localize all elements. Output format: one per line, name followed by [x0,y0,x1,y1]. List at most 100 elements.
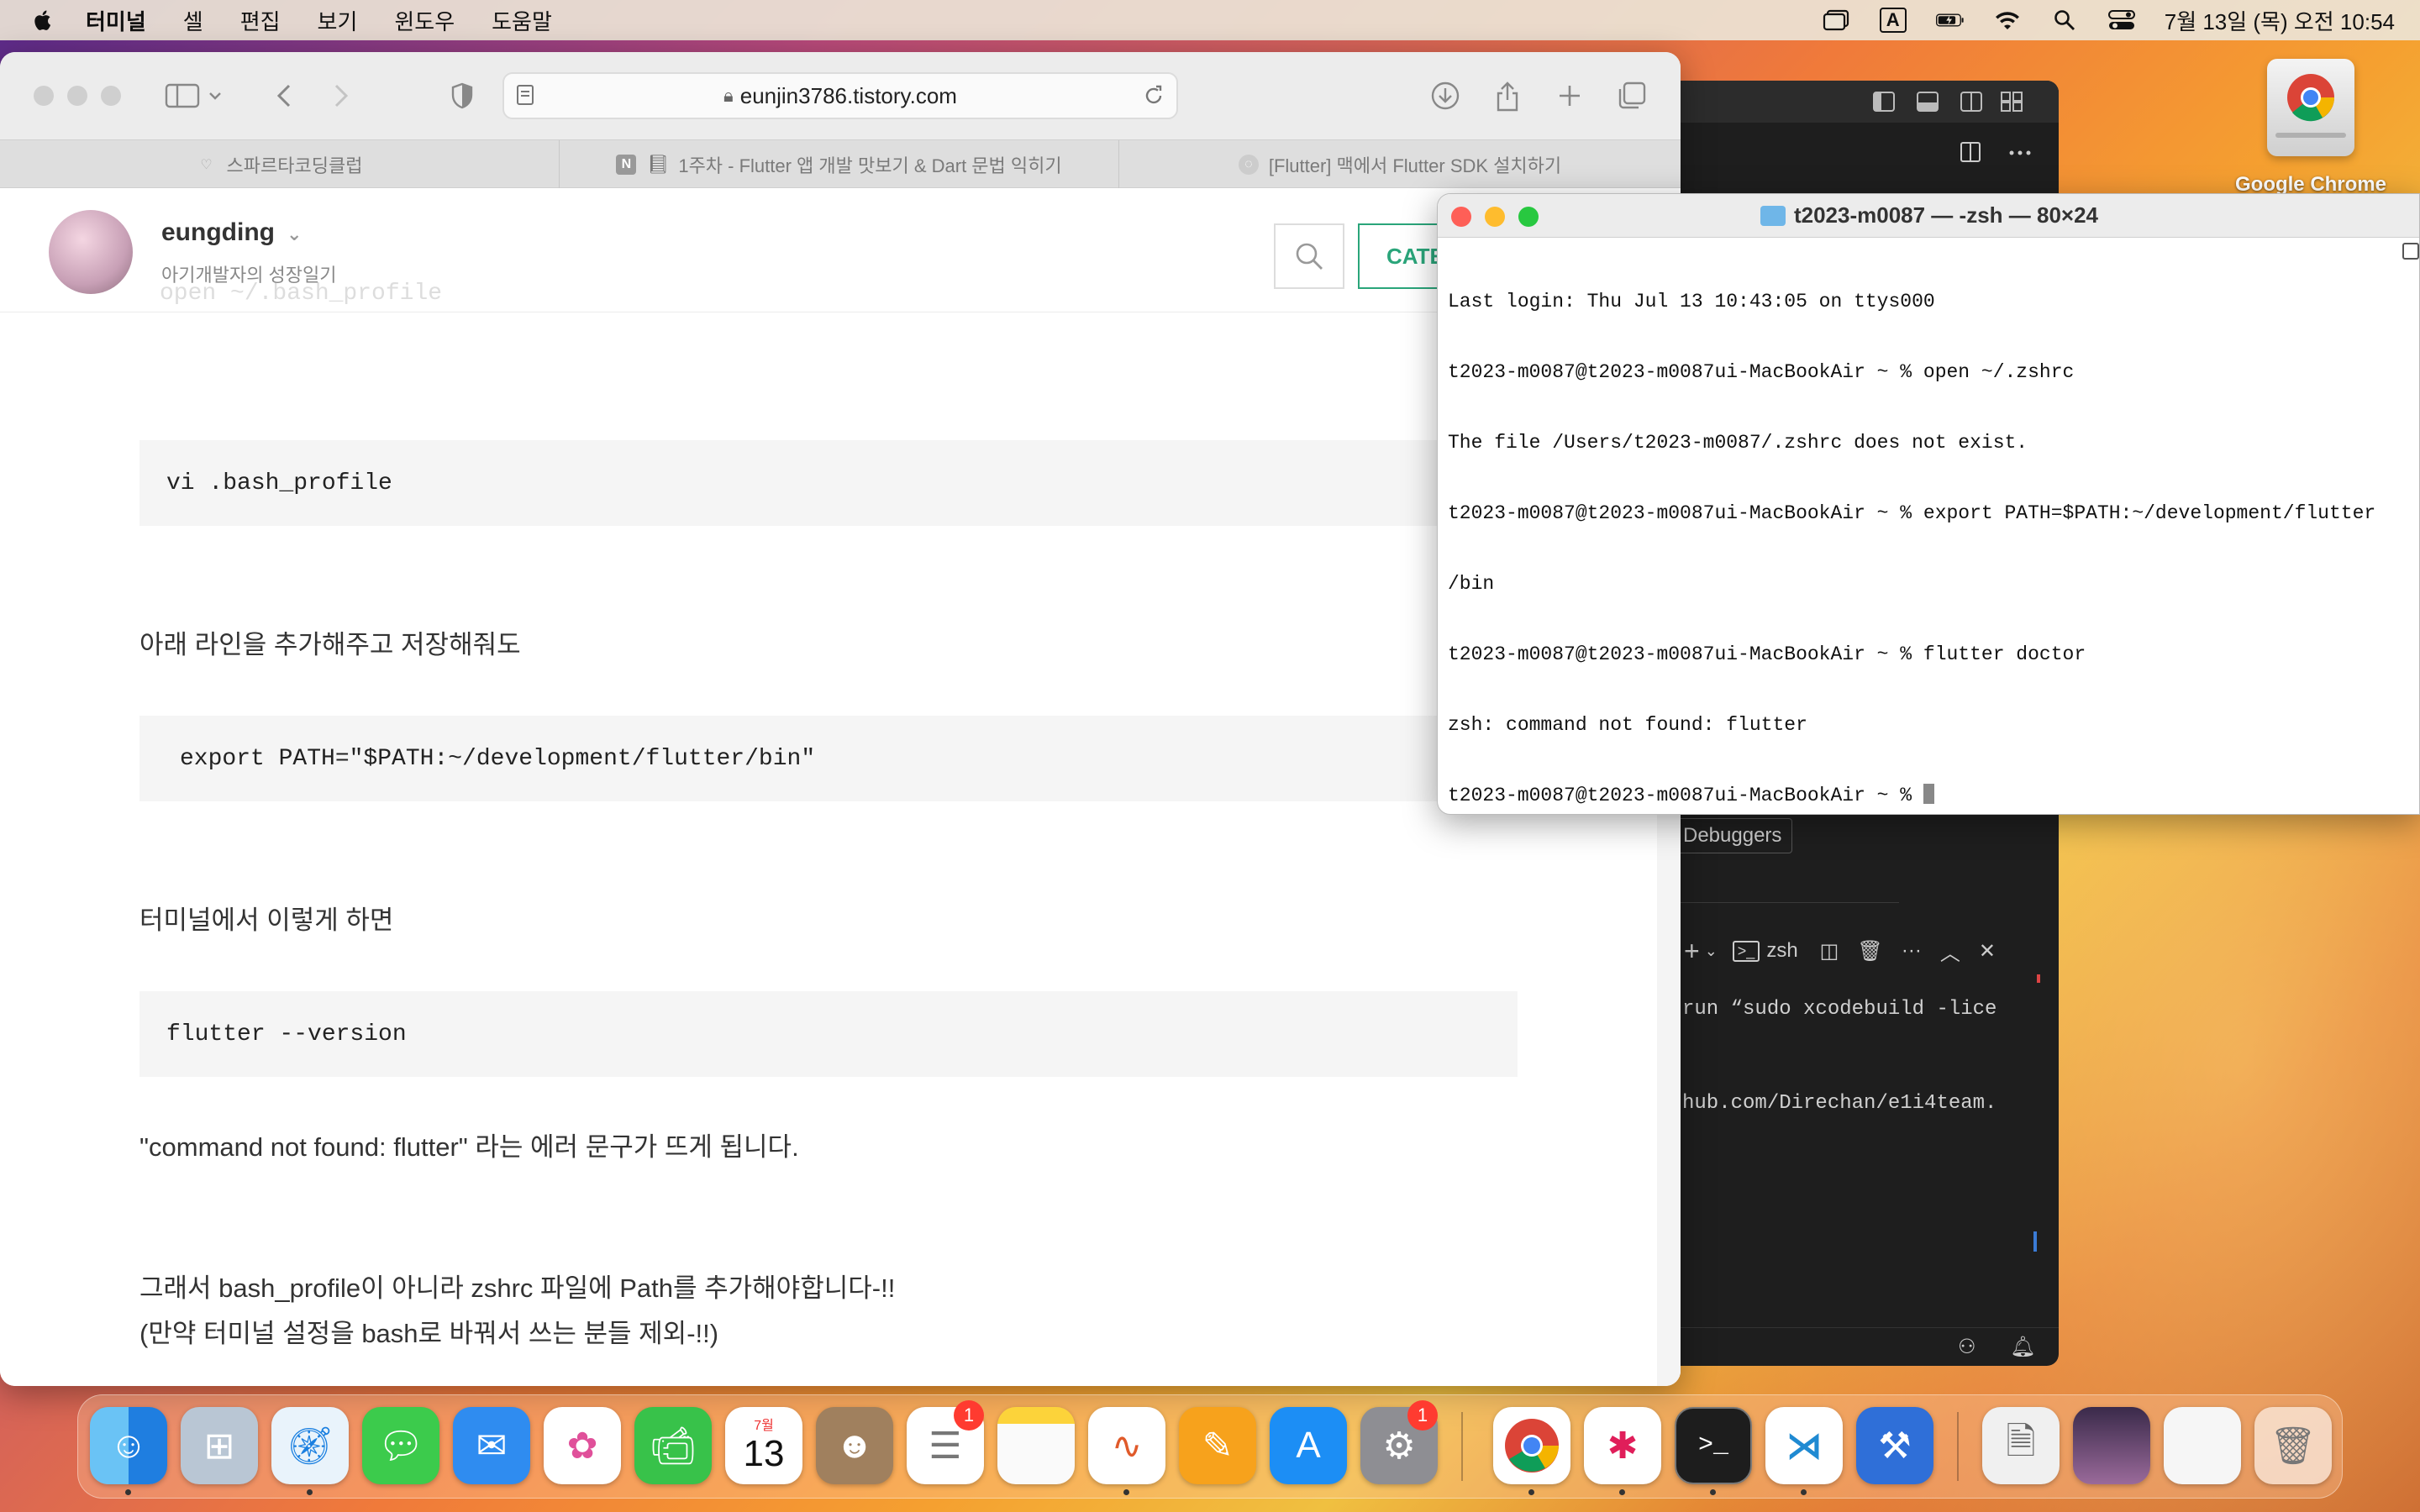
finder-icon[interactable]: ☺ [90,1407,167,1484]
messages-icon[interactable]: 💬︎ [362,1407,439,1484]
close-button[interactable] [34,86,54,106]
lock-icon: 🔒︎ [723,85,734,106]
menubar-clock[interactable]: 7월 13일 (목) 오전 10:54 [2165,5,2395,36]
dock: ☺ ⊞ 🧭︎ 💬︎ ✉ ✿ 📹︎ 7월 13 ☻ ☰ 1 ∿ ✎ A ⚙ 1 ✱… [77,1394,2343,1499]
layout-controls-icon[interactable] [1872,91,2023,113]
running-indicator [1801,1489,1807,1495]
terminal-output[interactable]: Last login: Thu Jul 13 10:43:05 on ttys0… [1448,243,2397,814]
xcode-icon[interactable]: ⚒ [1856,1407,1933,1484]
recent-window-thumbnail-icon[interactable] [2164,1407,2241,1484]
feedback-icon[interactable]: ⚇ [1958,1335,1976,1359]
menu-terminal[interactable]: 터미널 [86,5,146,36]
split-editor-icon[interactable] [1960,141,2044,163]
site-favicon-icon: ◌ [1238,155,1259,175]
page-icon [516,84,536,113]
contacts-icon[interactable]: ☻ [816,1407,893,1484]
menu-window[interactable]: 윈도우 [394,5,455,36]
chrome-icon[interactable] [1493,1407,1570,1484]
running-indicator [307,1489,313,1495]
terminal-titlebar: t2023-m0087 — -zsh — 80×24 [1438,194,2419,238]
stage-manager-icon[interactable] [1822,8,1850,32]
mail-icon[interactable]: ✉ [453,1407,530,1484]
control-center-icon[interactable] [2107,8,2136,32]
dock-separator [1461,1412,1463,1481]
privacy-shield-icon[interactable] [445,77,479,114]
safari-icon[interactable]: 🧭︎ [271,1407,349,1484]
notes-icon[interactable] [997,1407,1075,1484]
freeform-icon[interactable]: ∿ [1088,1407,1165,1484]
bell-icon[interactable]: 🔔︎ [2010,1335,2035,1359]
new-terminal-icon[interactable]: + [1684,936,1700,967]
forward-icon[interactable] [324,77,358,114]
tab-flutter-sdk[interactable]: ◌ [Flutter] 맥에서 Flutter SDK 설치하기 [1119,140,1681,189]
code-block: flutter --version [139,991,1518,1077]
address-bar[interactable]: 🔒︎ eunjin3786.tistory.com [502,72,1178,119]
terminal-line: t2023-m0087@t2023-m0087ui-MacBookAir ~ %… [1448,361,2075,383]
blog-search-button[interactable] [1274,223,1344,289]
facetime-icon[interactable]: 📹︎ [634,1407,712,1484]
menu-view[interactable]: 보기 [318,5,358,36]
terminal-panel-toolbar: + ⌄ >_ zsh ◫ 🗑 ··· ︿ ✕ [1672,934,2059,968]
terminal-scroll-indicator-icon[interactable] [2402,243,2419,260]
terminal-line: zsh: command not found: flutter [1448,714,1807,736]
blog-header: open ~/.bash_profile eungding ⌄ 아기개발자의 성장… [0,188,1681,312]
back-icon[interactable] [267,77,301,114]
terminal-icon: >_ [1732,940,1760,962]
app-store-icon[interactable]: A [1270,1407,1347,1484]
photos-icon[interactable]: ✿ [544,1407,621,1484]
vscode-icon[interactable]: ⋊ [1765,1407,1843,1484]
terminal-prompt: t2023-m0087@t2023-m0087ui-MacBookAir ~ % [1448,785,1923,806]
more-icon[interactable]: ··· [1902,939,1922,963]
downloads-icon[interactable] [1427,77,1464,114]
tab-flutter-week1[interactable]: N 📘︎ 1주차 - Flutter 앱 개발 맛보기 & Dart 문법 익히… [560,140,1119,189]
avatar[interactable] [49,210,133,294]
trash-icon[interactable]: 🗑 [2254,1407,2332,1484]
apple-menu-icon[interactable] [30,8,52,33]
tab-overview-icon[interactable] [1613,77,1650,114]
pages-icon[interactable]: ✎ [1179,1407,1256,1484]
document-icon[interactable]: 🗎 [1982,1407,2060,1484]
chevron-down-icon[interactable]: ⌄ [287,223,302,244]
split-terminal-icon[interactable]: ◫ [1820,939,1839,963]
new-tab-icon[interactable] [1551,77,1588,114]
blog-name[interactable]: eungding ⌄ [161,218,302,247]
calendar-day: 13 [743,1433,785,1474]
code-block: export PATH="$PATH:~/development/flutter… [139,716,1518,801]
calendar-icon[interactable]: 7월 13 [725,1407,802,1484]
google-chrome-dmg-icon[interactable] [2267,59,2354,156]
safari-window: 🔒︎ eunjin3786.tistory.com ♡ 스파르타코딩클럽 N 📘… [0,52,1681,1386]
spotlight-search-icon[interactable] [2050,8,2079,32]
slack-icon[interactable]: ✱ [1584,1407,1661,1484]
terminal-output-line: hub.com/Direchan/e1i4team. [1682,1092,1997,1115]
menu-shell[interactable]: 셀 [183,5,203,36]
chevron-down-icon[interactable]: ⌄ [1705,942,1718,960]
blog-subtitle: 아기개발자의 성장일기 [161,265,337,286]
launchpad-icon[interactable]: ⊞ [181,1407,258,1484]
battery-icon[interactable] [1935,8,1965,32]
close-button[interactable] [1451,207,1471,227]
debuggers-label[interactable]: Debuggers [1672,818,1793,853]
sidebar-toggle-icon[interactable] [161,77,229,114]
share-icon[interactable] [1489,77,1526,114]
tab-label: 1주차 - Flutter 앱 개발 맛보기 & Dart 문법 익히기 [678,155,1062,176]
minimize-button[interactable] [1485,207,1505,227]
menu-help[interactable]: 도움말 [492,5,552,36]
terminal-shell-label[interactable]: zsh [1766,939,1797,963]
zoom-button[interactable] [101,86,121,106]
terminal-window[interactable]: t2023-m0087 — -zsh — 80×24 Last login: T… [1437,193,2420,815]
reload-icon[interactable] [1143,84,1165,113]
terminal-line: The file /Users/t2023-m0087/.zshrc does … [1448,432,2028,454]
chevron-up-icon[interactable]: ︿ [1940,937,1960,966]
zoom-button[interactable] [1518,207,1539,227]
trash-icon[interactable]: 🗑 [1857,939,1882,963]
menu-edit[interactable]: 편집 [240,5,281,36]
search-icon [1296,243,1323,270]
tab-sparta[interactable]: ♡ 스파르타코딩클럽 [0,140,560,189]
recent-window-thumbnail-icon[interactable] [2073,1407,2150,1484]
scroll-marker [2033,1231,2037,1252]
close-panel-icon[interactable]: ✕ [1979,939,1996,963]
minimize-button[interactable] [67,86,87,106]
wifi-icon[interactable] [1993,8,2022,32]
terminal-app-icon[interactable]: >_ [1675,1407,1752,1484]
input-source-icon[interactable]: A [1879,8,1907,33]
